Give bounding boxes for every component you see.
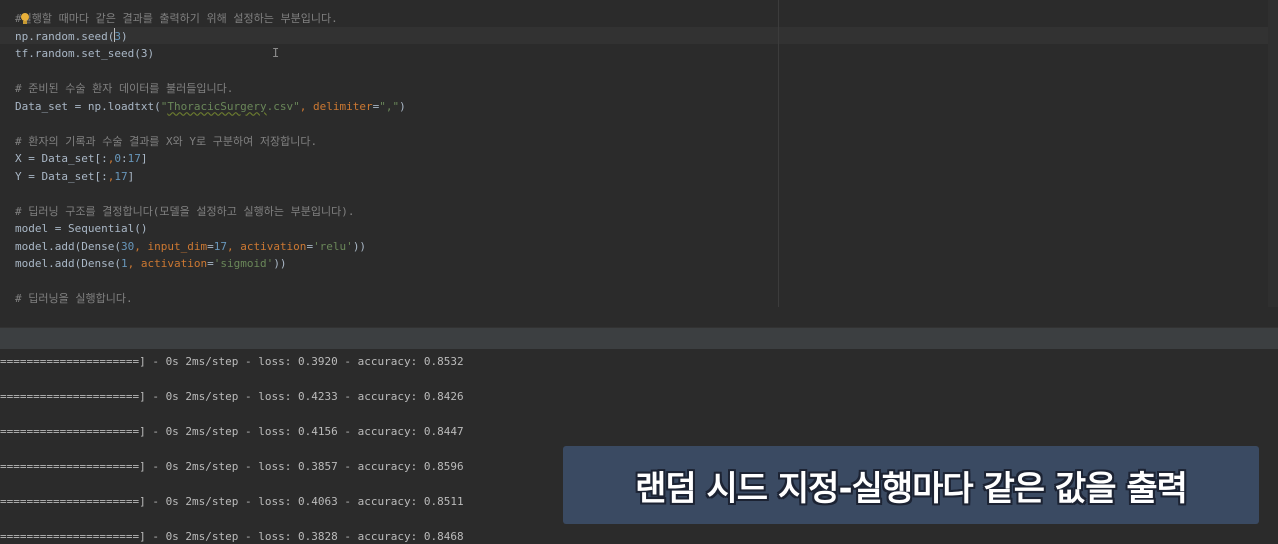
code-token: # 환자의 기록과 수술 결과를 X와 Y로 구분하여 저장합니다. <box>15 134 318 148</box>
console-line: =====================] - 0s 2ms/step - l… <box>0 530 464 543</box>
code-token: model = Sequential() <box>15 222 148 235</box>
code-token: , <box>226 239 241 253</box>
code-token: : <box>120 152 128 165</box>
caption-banner: 랜덤 시드 지정-실행마다 같은 값을 출력 <box>563 446 1259 524</box>
code-token: = <box>207 257 214 270</box>
code-token: )) <box>352 239 367 253</box>
code-line[interactable]: model.add(Dense(1, activation='sigmoid')… <box>15 255 287 272</box>
console-line: =====================] - 0s 2ms/step - l… <box>0 425 464 438</box>
code-token: np.random.seed( <box>15 29 115 43</box>
code-token: 17 <box>114 169 128 183</box>
code-token: , <box>299 99 314 113</box>
console-line: =====================] - 0s 2ms/step - l… <box>0 390 464 403</box>
console-line: =====================] - 0s 2ms/step - l… <box>0 495 464 508</box>
code-token: "," <box>379 99 400 113</box>
code-line[interactable]: # 환자의 기록과 수술 결과를 X와 Y로 구분하여 저장합니다. <box>15 133 317 150</box>
code-token: ] <box>140 152 148 165</box>
code-line[interactable]: # 딥러닝을 실행합니다. <box>15 290 133 307</box>
code-token: activation <box>240 239 307 253</box>
code-token: X = Data_set[: <box>15 152 108 165</box>
code-line[interactable]: Data_set = np.loadtxt("ThoracicSurgery.c… <box>15 98 406 115</box>
editor-scrollbar[interactable] <box>1268 0 1278 307</box>
code-token: )) <box>273 257 287 270</box>
code-token: 실행할 때마다 같은 결과를 출력하기 위해 설정하는 부분입니다. <box>21 12 338 25</box>
code-token: activation <box>140 257 208 270</box>
code-token: # 딥러닝을 실행합니다. <box>15 292 133 305</box>
code-line[interactable]: tf.random.set_seed(3) <box>15 45 154 62</box>
console-line: =====================] - 0s 2ms/step - l… <box>0 460 464 473</box>
text-cursor-icon: I <box>272 46 280 60</box>
code-token: , <box>134 239 148 253</box>
panel-divider[interactable] <box>0 327 1278 350</box>
code-line[interactable]: np.random.seed(3) <box>15 28 128 45</box>
code-token: # 준비된 수술 환자 데이터를 불러들입니다. <box>15 82 234 95</box>
code-token: model.add(Dense( <box>15 257 121 270</box>
code-token: 3 <box>114 29 121 43</box>
code-line[interactable]: X = Data_set[:,0:17] <box>15 150 147 167</box>
code-token: 'relu' <box>313 239 353 253</box>
code-token: delimiter <box>313 99 373 113</box>
code-line[interactable]: Y = Data_set[:,17] <box>15 168 134 185</box>
code-token: tf.random.set_seed(3) <box>15 47 155 60</box>
code-token: 1 <box>120 257 128 270</box>
code-token: 0 <box>114 152 121 165</box>
code-token: .csv" <box>266 99 300 113</box>
code-line[interactable]: # 준비된 수술 환자 데이터를 불러들입니다. <box>15 80 233 97</box>
text-caret <box>114 28 115 42</box>
code-token: , <box>127 257 141 270</box>
code-token: 17 <box>127 152 141 165</box>
code-token: ) <box>120 29 128 43</box>
code-token: ThoracicSurgery <box>167 99 267 113</box>
code-token: ) <box>399 99 406 113</box>
code-token: = <box>207 239 214 253</box>
console-line: =====================] - 0s 2ms/step - l… <box>0 355 464 368</box>
current-line-highlight <box>0 27 1278 44</box>
lightbulb-icon[interactable] <box>20 12 30 26</box>
right-margin-guide <box>778 0 779 307</box>
editor-gap <box>0 307 1278 327</box>
code-token: Y = Data_set[: <box>15 169 108 183</box>
code-line[interactable]: #실행할 때마다 같은 결과를 출력하기 위해 설정하는 부분입니다. <box>15 10 338 27</box>
code-line[interactable]: model = Sequential() <box>15 220 147 237</box>
code-token: Data_set = np.loadtxt( <box>15 99 161 113</box>
code-token: 17 <box>213 239 227 253</box>
code-token: 30 <box>120 239 135 253</box>
code-token: model.add(Dense( <box>15 239 121 253</box>
code-line[interactable]: model.add(Dense(30, input_dim=17, activa… <box>15 238 366 255</box>
code-line[interactable]: # 딥러닝 구조를 결정합니다(모델을 설정하고 실행하는 부분입니다). <box>15 203 354 220</box>
code-token: 'sigmoid' <box>213 257 274 270</box>
code-token: input_dim <box>147 239 208 253</box>
code-token: ] <box>127 169 135 183</box>
caption-text: 랜덤 시드 지정-실행마다 같은 값을 출력 <box>635 468 1188 509</box>
code-editor[interactable]: #실행할 때마다 같은 결과를 출력하기 위해 설정하는 부분입니다. np.ra… <box>0 0 1278 307</box>
code-token: # 딥러닝 구조를 결정합니다(모델을 설정하고 실행하는 부분입니다). <box>15 204 355 218</box>
